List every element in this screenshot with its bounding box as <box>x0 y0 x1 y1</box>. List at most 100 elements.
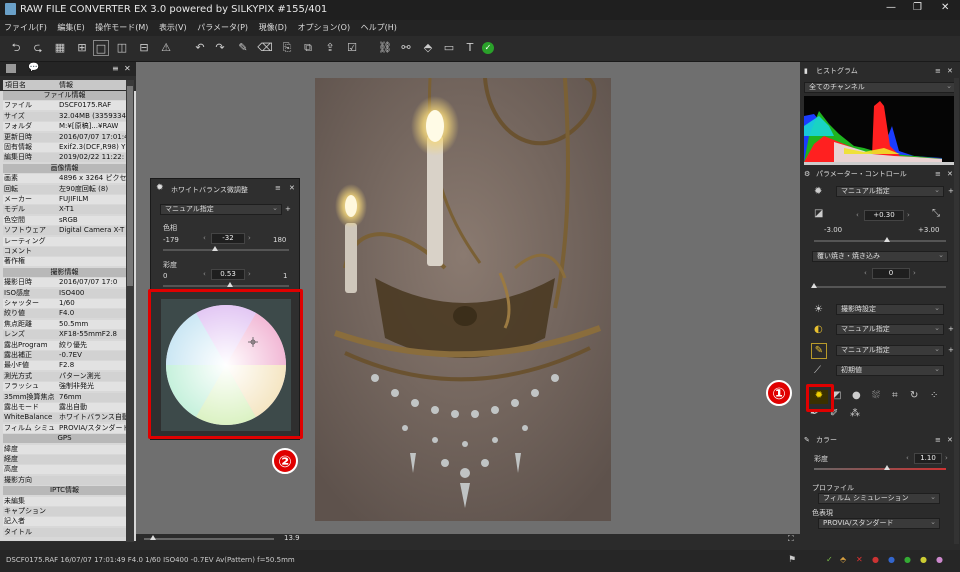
wb-sat-input[interactable]: 0.53 <box>211 269 245 280</box>
close-button[interactable]: ✕ <box>941 2 949 13</box>
histogram-channel-select[interactable]: 全てのチャンネル <box>804 82 956 93</box>
color-sat-slider-knob[interactable] <box>883 465 890 470</box>
fit-icon[interactable]: ⛶ <box>788 534 794 544</box>
color-menu-icon[interactable]: ≡ <box>935 434 941 446</box>
display-icon[interactable]: ▭ <box>441 40 457 56</box>
right-scrollbar[interactable] <box>954 78 959 544</box>
color-sat-inc-icon[interactable]: › <box>945 454 948 462</box>
exposure-dec-icon[interactable]: ‹ <box>856 211 859 219</box>
tone-slider-knob[interactable] <box>811 283 817 288</box>
info-section-header[interactable]: 撮影情報 <box>3 267 126 277</box>
panel-close-icon[interactable]: ✕ <box>124 64 131 73</box>
menu-view[interactable]: 表示(V) <box>155 20 191 35</box>
exposure-slider-knob[interactable] <box>883 237 890 242</box>
zoom-slider[interactable] <box>144 535 274 540</box>
zoom-value[interactable]: 13.9 <box>284 534 300 542</box>
network-icon[interactable]: ⛓ <box>377 40 393 56</box>
compare-icon[interactable]: ◫ <box>114 40 130 56</box>
shoot-setting-icon[interactable]: ☀ <box>814 304 823 315</box>
status-purple-icon[interactable]: ● <box>936 555 943 564</box>
grid-large-icon[interactable]: ⊞ <box>74 40 90 56</box>
contrast-icon[interactable]: ◐ <box>814 324 823 335</box>
sharpness-add-icon[interactable]: + <box>948 346 954 354</box>
histogram-menu-icon[interactable]: ≡ <box>935 65 941 77</box>
color-close-icon[interactable]: ✕ <box>947 434 953 446</box>
wb-hue-input[interactable]: -32 <box>211 233 245 244</box>
rotate-right-icon[interactable]: ⮎ <box>30 40 46 56</box>
wb-preset-add-icon[interactable]: + <box>285 205 291 213</box>
info-scrollbar[interactable] <box>126 80 134 542</box>
wb-hue-inc-icon[interactable]: › <box>248 234 251 242</box>
param-menu-icon[interactable]: ≡ <box>935 168 941 180</box>
undo-icon[interactable]: ↶ <box>192 40 208 56</box>
rotate-icon[interactable]: ↻ <box>910 390 918 401</box>
sharpness-icon[interactable]: ✎ <box>811 343 827 359</box>
copy-icon[interactable]: ⧉ <box>300 40 316 56</box>
grid-icon[interactable]: ▦ <box>52 40 68 56</box>
info-tab-icon[interactable] <box>6 64 16 73</box>
redo-icon[interactable]: ↷ <box>212 40 228 56</box>
exposure-auto-icon[interactable]: ⤡ <box>932 208 940 219</box>
wb-preset-select[interactable]: マニュアル指定 <box>160 204 282 215</box>
tone-dec-icon[interactable]: ‹ <box>864 269 867 277</box>
info-scroll-thumb[interactable] <box>127 86 133 286</box>
rotate-left-icon[interactable]: ⮌ <box>8 40 24 56</box>
wb-sat-inc-icon[interactable]: › <box>248 270 251 278</box>
check-circle-icon[interactable]: ✓ <box>482 42 494 54</box>
tone-inc-icon[interactable]: › <box>913 269 916 277</box>
color-sat-dec-icon[interactable]: ‹ <box>906 454 909 462</box>
maximize-button[interactable]: ❐ <box>913 2 922 13</box>
menu-file[interactable]: ファイル(F) <box>0 20 51 35</box>
status-green-icon[interactable]: ● <box>904 555 911 564</box>
droplet-icon[interactable]: ⛆ <box>872 390 880 401</box>
crop-icon[interactable]: ⌗ <box>892 390 898 401</box>
tag-icon[interactable]: ⬘ <box>420 40 436 56</box>
status-yellow-icon[interactable]: ● <box>920 555 927 564</box>
profile-dropdown[interactable]: フィルム シミュレーション <box>818 493 940 504</box>
color-sat-slider[interactable] <box>814 465 946 470</box>
status-check-icon[interactable]: ✓ <box>826 555 833 564</box>
info-section-header[interactable]: GPS <box>3 434 126 444</box>
wb-panel-close-icon[interactable]: ✕ <box>289 184 295 192</box>
histogram-range-bar[interactable] <box>804 162 956 165</box>
sphere-icon[interactable]: ● <box>852 390 861 401</box>
checklist-icon[interactable]: ☑ <box>344 40 360 56</box>
menu-develop[interactable]: 現像(D) <box>255 20 291 35</box>
wb-add-icon[interactable]: + <box>948 187 954 195</box>
param-close-icon[interactable]: ✕ <box>947 168 953 180</box>
zoom-slider-knob[interactable] <box>150 535 156 540</box>
warning-icon[interactable]: ⚠ <box>158 40 174 56</box>
comment-tab-icon[interactable]: 💬 <box>28 63 39 73</box>
info-section-header[interactable]: 画像情報 <box>3 163 126 173</box>
exposure-input[interactable]: +0.30 <box>864 210 904 221</box>
wb-preset-dropdown[interactable]: マニュアル指定 <box>836 186 944 197</box>
menu-parameter[interactable]: パラメータ(P) <box>193 20 252 35</box>
exposure-icon[interactable]: ◪ <box>814 208 823 219</box>
wb-sat-dec-icon[interactable]: ‹ <box>203 270 206 278</box>
panel-menu-icon[interactable]: ≡ <box>112 64 119 73</box>
brush-icon[interactable]: ✎ <box>235 40 251 56</box>
wb-panel-menu-icon[interactable]: ≡ <box>275 184 281 192</box>
wb-hue-dec-icon[interactable]: ‹ <box>203 234 206 242</box>
contrast-add-icon[interactable]: + <box>948 325 954 333</box>
info-section-header[interactable]: IPTC情報 <box>3 486 126 496</box>
text-icon[interactable]: T <box>462 40 478 56</box>
export-icon[interactable]: ⇪ <box>322 40 338 56</box>
tone-input[interactable]: 0 <box>872 268 910 279</box>
network2-icon[interactable]: ⚯ <box>398 40 414 56</box>
status-flag-icon[interactable]: ⚑ <box>788 555 796 565</box>
split-icon[interactable]: ⊟ <box>136 40 152 56</box>
paste-icon[interactable]: ⎘ <box>279 40 295 56</box>
status-tag-icon[interactable]: ⬘ <box>840 555 846 564</box>
status-blue-icon[interactable]: ● <box>888 555 895 564</box>
wb-sat-slider[interactable] <box>163 282 289 287</box>
menu-options[interactable]: オプション(O) <box>294 20 355 35</box>
menu-edit[interactable]: 編集(E) <box>53 20 88 35</box>
single-view-icon[interactable]: □ <box>93 40 109 56</box>
dots-icon[interactable]: ⁘ <box>930 390 938 401</box>
contrast-dropdown[interactable]: マニュアル指定 <box>836 324 944 335</box>
minimize-button[interactable]: — <box>886 2 896 13</box>
info-section-header[interactable]: ファイル情報 <box>3 91 126 100</box>
status-x-icon[interactable]: ✕ <box>856 555 863 564</box>
wb-hue-slider-knob[interactable] <box>211 246 218 251</box>
